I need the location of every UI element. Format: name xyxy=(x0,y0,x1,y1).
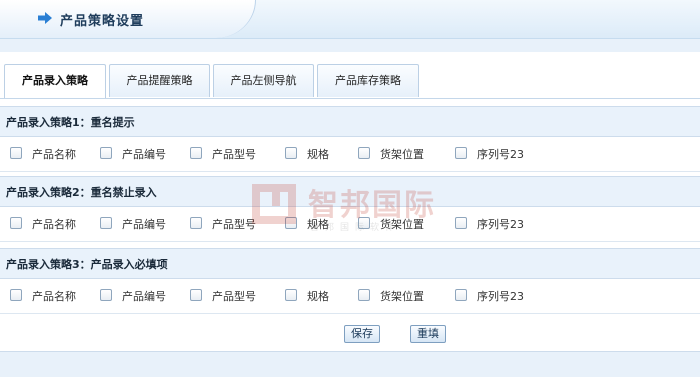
checkbox[interactable] xyxy=(285,147,297,159)
checkbox[interactable] xyxy=(10,289,22,301)
tab-inventory-strategy[interactable]: 产品库存策略 xyxy=(317,64,419,97)
tab-reminder-strategy[interactable]: 产品提醒策略 xyxy=(109,64,210,97)
section-title-3: 产品录入策略3：产品录入必填项 xyxy=(0,248,700,279)
settings-panel: 产品录入策略 产品提醒策略 产品左侧导航 产品库存策略 产品录入策略1：重名提示… xyxy=(0,52,700,352)
checkbox[interactable] xyxy=(358,147,370,159)
options-row-1: 产品名称 产品编号 产品型号 规格 货架位置 序列号23 xyxy=(0,137,700,172)
checkbox[interactable] xyxy=(190,289,202,301)
checkbox[interactable] xyxy=(10,147,22,159)
checkbox[interactable] xyxy=(100,217,112,229)
button-row: 保存 重填 xyxy=(0,318,700,352)
checkbox[interactable] xyxy=(190,147,202,159)
page-title: 产品策略设置 xyxy=(60,14,145,29)
checkbox[interactable] xyxy=(10,217,22,229)
tab-entry-strategy[interactable]: 产品录入策略 xyxy=(4,64,106,98)
footer-band xyxy=(0,352,700,377)
checkbox[interactable] xyxy=(285,217,297,229)
save-button[interactable]: 保存 xyxy=(344,325,380,343)
checkbox[interactable] xyxy=(100,147,112,159)
tab-bar: 产品录入策略 产品提醒策略 产品左侧导航 产品库存策略 xyxy=(0,52,700,99)
checkbox[interactable] xyxy=(285,289,297,301)
options-row-3: 产品名称 产品编号 产品型号 规格 货架位置 序列号23 xyxy=(0,279,700,314)
checkbox[interactable] xyxy=(455,217,467,229)
checkbox[interactable] xyxy=(455,147,467,159)
options-row-2: 产品名称 产品编号 产品型号 规格 货架位置 序列号23 xyxy=(0,207,700,242)
section-title-1: 产品录入策略1：重名提示 xyxy=(0,106,700,137)
tab-left-nav[interactable]: 产品左侧导航 xyxy=(213,64,314,97)
arrow-right-icon xyxy=(38,12,52,24)
checkbox[interactable] xyxy=(100,289,112,301)
checkbox[interactable] xyxy=(190,217,202,229)
checkbox[interactable] xyxy=(358,289,370,301)
reset-button[interactable]: 重填 xyxy=(410,325,446,343)
page-header: 产品策略设置 xyxy=(0,0,700,39)
checkbox[interactable] xyxy=(455,289,467,301)
section-title-2: 产品录入策略2：重名禁止录入 xyxy=(0,176,700,207)
checkbox[interactable] xyxy=(358,217,370,229)
